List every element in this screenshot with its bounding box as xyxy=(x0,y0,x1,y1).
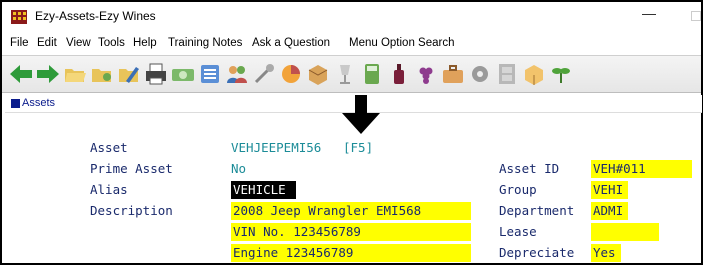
back-arrow-icon[interactable] xyxy=(8,61,34,87)
briefcase-icon[interactable] xyxy=(440,61,466,87)
wrench-icon[interactable] xyxy=(251,61,277,87)
department-field[interactable]: ADMI xyxy=(591,202,628,220)
menu-training-notes[interactable]: Training Notes xyxy=(168,37,242,49)
forward-arrow-icon[interactable] xyxy=(35,61,61,87)
folder-tools-icon[interactable] xyxy=(89,61,115,87)
plant-icon[interactable] xyxy=(548,61,574,87)
gear-icon[interactable] xyxy=(467,61,493,87)
window-title: Ezy-Assets-Ezy Wines xyxy=(35,9,156,23)
printer-icon[interactable] xyxy=(143,61,169,87)
menu-edit[interactable]: Edit xyxy=(37,37,57,49)
calculator-icon[interactable] xyxy=(359,61,385,87)
department-label: Department xyxy=(499,203,575,218)
asset-value[interactable]: VEHJEEPEMI56 xyxy=(231,139,321,157)
description-line-1-field[interactable]: 2008 Jeep Wrangler EMI568 xyxy=(231,202,471,220)
list-icon[interactable] xyxy=(197,61,223,87)
depreciate-field[interactable]: Yes xyxy=(591,244,621,262)
cabinet-icon[interactable] xyxy=(494,61,520,87)
description-line-3-field[interactable]: Engine 123456789 xyxy=(231,244,471,262)
pie-chart-icon[interactable] xyxy=(278,61,304,87)
menu-ask-a-question[interactable]: Ask a Question xyxy=(252,37,330,49)
menu-file[interactable]: File xyxy=(10,37,29,49)
description-line-2-field[interactable]: VIN No. 123456789 xyxy=(231,223,471,241)
asset-lookup-hotkey[interactable]: [F5] xyxy=(343,139,373,157)
menu-view[interactable]: View xyxy=(66,37,91,49)
lease-label: Lease xyxy=(499,224,537,239)
toolbar xyxy=(2,55,701,93)
asset-label: Asset xyxy=(90,140,128,155)
depreciate-label: Depreciate xyxy=(499,245,575,260)
package-icon[interactable] xyxy=(521,61,547,87)
menu-tools[interactable]: Tools xyxy=(98,37,125,49)
menu-option-search[interactable]: Menu Option Search xyxy=(349,37,454,49)
prime-asset-value: No xyxy=(231,161,247,176)
folder-edit-icon[interactable] xyxy=(116,61,142,87)
app-window: Ezy-Assets-Ezy Wines — File Edit View To… xyxy=(0,0,703,265)
group-label: Group xyxy=(499,182,537,197)
prime-asset-label: Prime Asset xyxy=(90,161,173,176)
down-arrow-icon xyxy=(342,95,380,134)
asset-id-field[interactable]: VEH#011 xyxy=(591,160,692,178)
group-field[interactable]: VEHI xyxy=(591,181,628,199)
folder-open-icon[interactable] xyxy=(62,61,88,87)
panel-title: Assets xyxy=(22,97,56,109)
menu-bar: File Edit View Tools Help Training Notes… xyxy=(2,34,701,54)
alias-label: Alias xyxy=(90,182,128,197)
alias-field[interactable]: VEHICLE xyxy=(231,181,296,199)
menu-help[interactable]: Help xyxy=(133,37,157,49)
box-icon[interactable] xyxy=(305,61,331,87)
asset-id-label: Asset ID xyxy=(499,161,560,176)
maximize-button[interactable] xyxy=(691,11,701,21)
minimize-button[interactable]: — xyxy=(642,5,656,21)
grapes-icon[interactable] xyxy=(413,61,439,87)
wine-bottle-icon[interactable] xyxy=(386,61,412,87)
lease-field[interactable] xyxy=(591,223,659,241)
glass-icon[interactable] xyxy=(332,61,358,87)
money-icon[interactable] xyxy=(170,61,196,87)
users-icon[interactable] xyxy=(224,61,250,87)
app-logo-icon xyxy=(11,10,27,24)
description-label: Description xyxy=(90,203,173,218)
title-bar: Ezy-Assets-Ezy Wines — xyxy=(2,2,701,32)
panel-icon xyxy=(11,99,20,108)
